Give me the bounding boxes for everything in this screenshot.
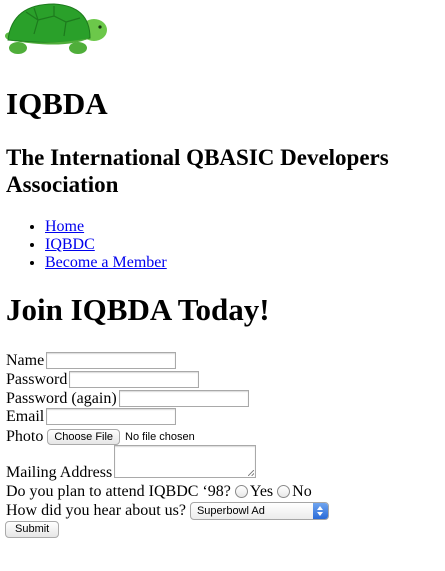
photo-row: Photo Choose File No file chosen: [6, 427, 195, 446]
attend-yes-label: Yes: [249, 483, 274, 500]
select-arrows-icon: [312, 502, 328, 519]
resize-grip-icon[interactable]: [248, 470, 254, 476]
nav-item-home: Home: [45, 218, 167, 236]
email-row: Email: [6, 407, 177, 426]
site-subtitle: The International QBASIC Developers Asso…: [6, 145, 389, 197]
email-label: Email: [6, 408, 45, 425]
attend-label: Do you plan to attend IQBDC ‘98?: [6, 483, 231, 500]
mailing-address-textarea[interactable]: [114, 445, 256, 478]
nav-link-become-member[interactable]: Become a Member: [45, 254, 167, 271]
name-label: Name: [6, 352, 45, 369]
turtle-logo-icon: [5, 3, 107, 54]
submit-button[interactable]: Submit: [5, 521, 60, 538]
hear-select[interactable]: Superbowl Ad: [189, 501, 329, 520]
name-input[interactable]: [46, 352, 177, 369]
attend-no-radio[interactable]: [277, 485, 291, 498]
attend-yes-radio[interactable]: [234, 485, 248, 498]
password-again-input[interactable]: [118, 390, 249, 407]
nav-link-iqbdc[interactable]: IQBDC: [45, 236, 95, 253]
nav-item-membership: Become a Member: [45, 254, 167, 272]
hear-select-value: Superbowl Ad: [196, 504, 265, 517]
password-again-label: Password (again): [6, 390, 117, 407]
site-title: IQBDA: [6, 86, 108, 121]
password-row: Password: [6, 370, 200, 389]
choose-file-button[interactable]: Choose File: [47, 428, 121, 445]
password-again-row: Password (again): [6, 389, 249, 408]
hear-row: How did you hear about us? Superbowl Ad: [6, 501, 329, 520]
nav-list: Home IQBDC Become a Member: [6, 218, 167, 272]
email-input[interactable]: [46, 408, 177, 425]
nav-link-home[interactable]: Home: [45, 218, 84, 235]
password-input[interactable]: [69, 371, 200, 388]
mailing-row: Mailing Address: [6, 463, 112, 482]
photo-label: Photo: [6, 428, 44, 445]
name-row: Name: [6, 351, 177, 370]
attend-no-label: No: [292, 483, 312, 500]
attend-row: Do you plan to attend IQBDC ‘98? Yes No: [6, 482, 312, 501]
no-file-text: No file chosen: [125, 430, 195, 443]
password-label: Password: [6, 371, 68, 388]
join-heading: Join IQBDA Today!: [6, 292, 270, 327]
hear-label: How did you hear about us?: [6, 502, 186, 519]
nav-item-iqbdc: IQBDC: [45, 236, 167, 254]
mailing-address-label: Mailing Address: [6, 464, 113, 481]
